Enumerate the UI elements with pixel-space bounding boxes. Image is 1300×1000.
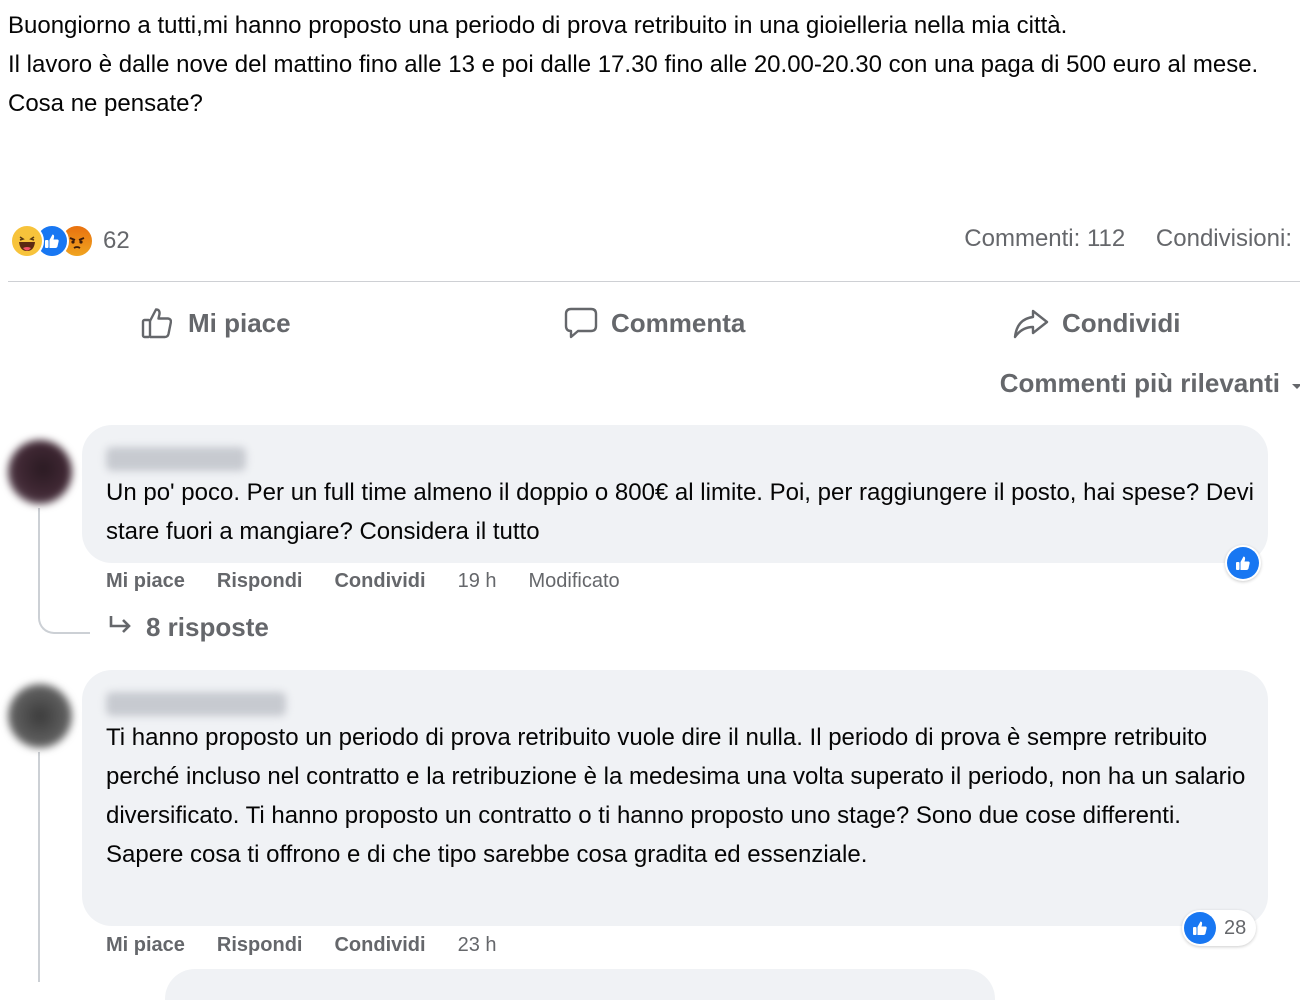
comment-actions: Mi piace Rispondi Condividi 19 h Modific…	[106, 570, 652, 593]
reply-arrow-icon	[108, 612, 134, 643]
like-badge-icon	[1184, 912, 1216, 944]
author-name-redacted[interactable]	[106, 692, 286, 716]
share-button[interactable]: Condividi	[1012, 300, 1180, 346]
comment-timestamp[interactable]: 19 h	[458, 570, 497, 593]
comment-actions: Mi piace Rispondi Condividi 23 h	[106, 934, 529, 957]
like-button[interactable]: Mi piace	[140, 300, 291, 346]
sort-label: Commenti più rilevanti	[999, 368, 1280, 398]
avatar[interactable]	[8, 684, 72, 748]
post-paragraph: Cosa ne pensate?	[8, 90, 203, 117]
comment-bubble: Un po' poco. Per un full time almeno il …	[82, 425, 1268, 563]
like-count: 28	[1224, 916, 1247, 939]
comment-text: Un po' poco. Per un full time almeno il …	[106, 479, 1254, 545]
reaction-count[interactable]: 62	[103, 227, 130, 255]
thread-connector	[38, 752, 40, 982]
post-action-bar: Mi piace Commenta Condividi	[0, 300, 1300, 346]
shares-count[interactable]: Condivisioni:	[1156, 225, 1292, 252]
author-name-redacted[interactable]	[106, 447, 246, 471]
comment-like-badge[interactable]	[1225, 545, 1261, 581]
comment-sort-dropdown[interactable]: Commenti più rilevanti	[1000, 368, 1300, 399]
comment-reply-button[interactable]: Rispondi	[217, 934, 303, 957]
divider	[8, 281, 1300, 282]
comment-share-button[interactable]: Condividi	[334, 934, 425, 957]
post-paragraph: Buongiorno a tutti,mi hanno proposto una…	[8, 12, 1068, 39]
comment-share-button[interactable]: Condividi	[334, 570, 425, 593]
post-stats: 62 Commenti: 112 Condivisioni:	[0, 222, 1300, 262]
post-counts: Commenti: 112 Condivisioni:	[964, 225, 1292, 253]
comment-like-badge[interactable]: 28	[1182, 910, 1257, 946]
like-label: Mi piace	[188, 307, 291, 338]
comment-label: Commenta	[611, 307, 746, 338]
facebook-post-page: Buongiorno a tutti,mi hanno proposto una…	[0, 0, 1300, 1000]
view-replies-button[interactable]: 8 risposte	[108, 612, 269, 643]
comment-text: Ti hanno proposto un periodo di prova re…	[106, 724, 1246, 868]
comment-timestamp[interactable]: 23 h	[458, 934, 497, 957]
replies-count: 8 risposte	[146, 612, 269, 642]
speech-bubble-icon	[563, 305, 599, 341]
comments-count[interactable]: Commenti: 112	[964, 225, 1125, 252]
reply-bubble-partial	[165, 969, 995, 1000]
thumbs-up-icon	[140, 305, 176, 341]
share-arrow-icon	[1012, 305, 1050, 341]
like-badge-icon	[1227, 547, 1259, 579]
reactions-summary[interactable]: 62	[10, 224, 130, 258]
chevron-down-icon	[1290, 368, 1300, 399]
comment-button[interactable]: Commenta	[563, 300, 745, 346]
haha-reaction-icon	[10, 224, 44, 258]
comment-reply-button[interactable]: Rispondi	[217, 570, 303, 593]
comment-bubble: Ti hanno proposto un periodo di prova re…	[82, 670, 1268, 926]
avatar[interactable]	[8, 440, 72, 504]
comment-like-button[interactable]: Mi piace	[106, 934, 185, 957]
post-body: Buongiorno a tutti,mi hanno proposto una…	[8, 6, 1298, 123]
edited-label: Modificato	[528, 570, 620, 592]
share-label: Condividi	[1062, 307, 1181, 338]
comment-like-button[interactable]: Mi piace	[106, 570, 185, 593]
post-paragraph: Il lavoro è dalle nove del mattino fino …	[8, 51, 1259, 78]
